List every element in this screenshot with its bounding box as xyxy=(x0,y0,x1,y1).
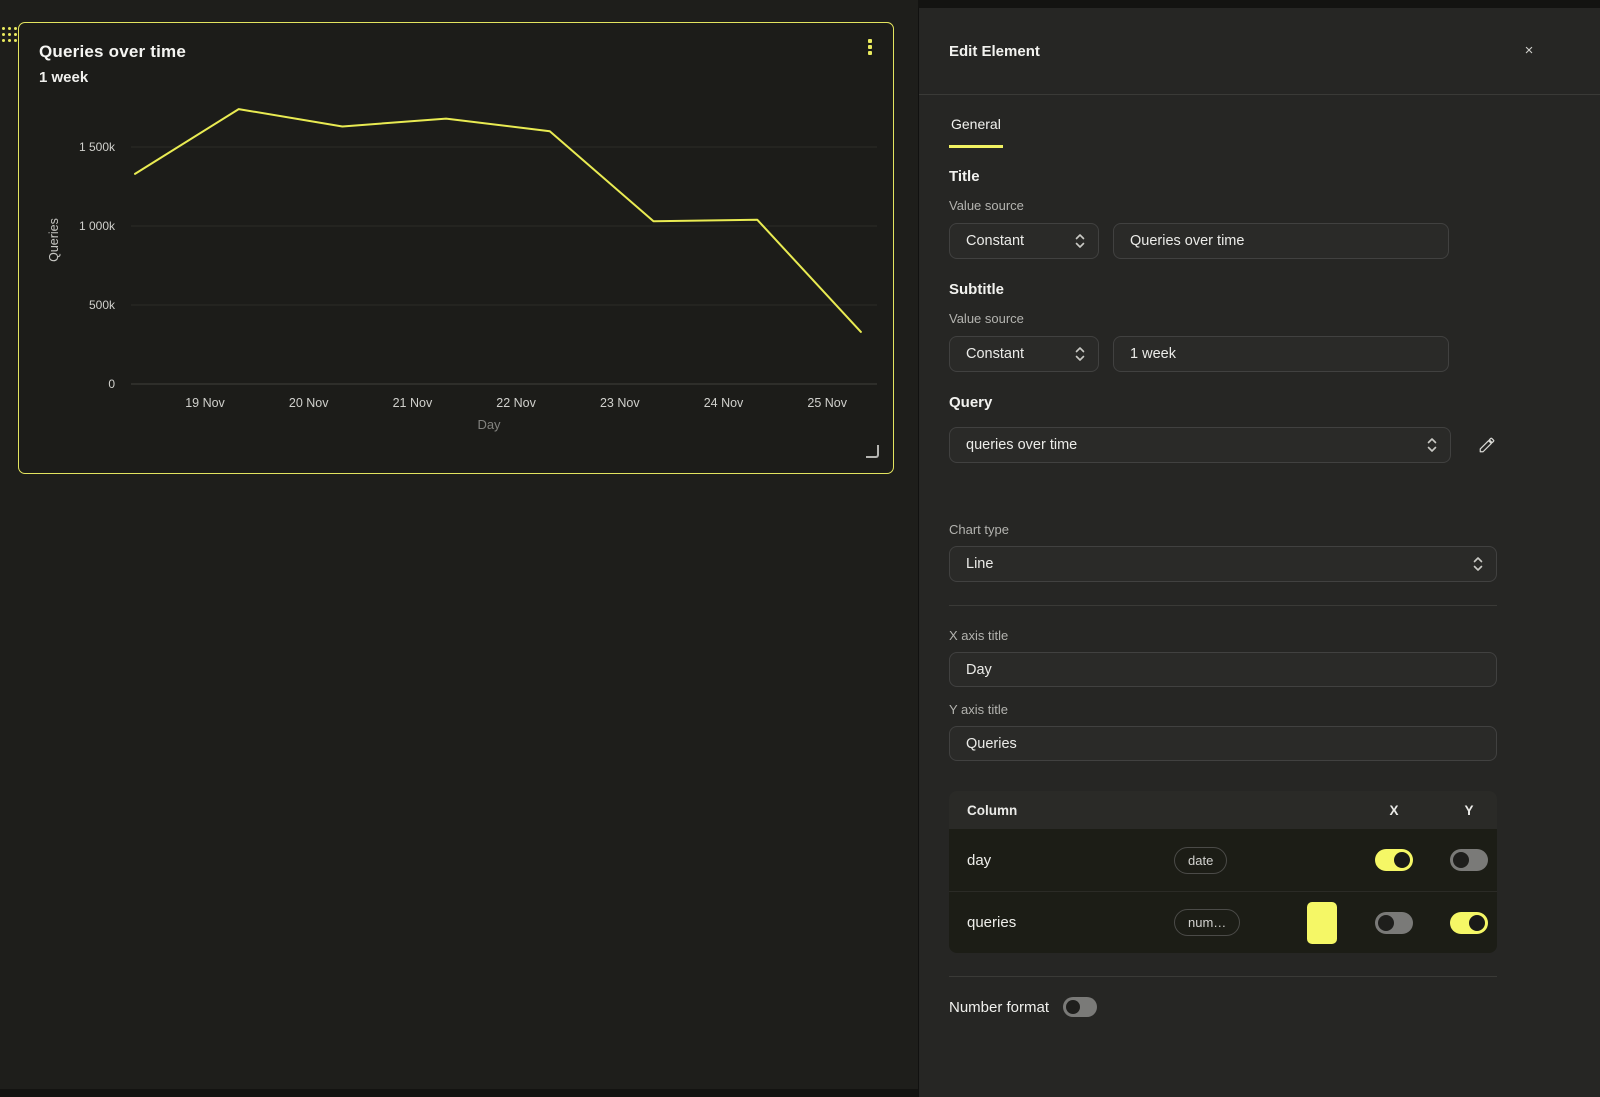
table-row-queries: queries num… xyxy=(949,891,1497,953)
svg-text:0: 0 xyxy=(108,377,115,391)
chart-type-select[interactable]: Line xyxy=(949,546,1497,582)
type-badge: num… xyxy=(1174,909,1240,936)
close-icon[interactable]: × xyxy=(1518,40,1540,62)
query-section-heading: Query xyxy=(949,394,1527,411)
number-format-toggle[interactable] xyxy=(1063,997,1097,1017)
y-axis-title-label: Y axis title xyxy=(949,702,1527,717)
subtitle-section-heading: Subtitle xyxy=(949,281,1527,298)
svg-text:1 000k: 1 000k xyxy=(79,219,116,233)
queries-x-toggle[interactable] xyxy=(1375,912,1413,934)
svg-text:23 Nov: 23 Nov xyxy=(600,396,640,410)
svg-text:Day: Day xyxy=(477,417,501,432)
x-axis-title-input[interactable] xyxy=(949,652,1497,687)
chart-type-label: Chart type xyxy=(949,522,1527,537)
svg-text:25 Nov: 25 Nov xyxy=(807,396,847,410)
line-chart: 1 500k 1 000k 500k 0 19 Nov 20 Nov 21 Nov 22 No… xyxy=(19,23,895,475)
chevron-updown-icon xyxy=(1426,437,1438,453)
column-name: day xyxy=(967,852,991,869)
columns-table-header: Column X Y xyxy=(949,791,1497,829)
y-axis-title-input[interactable] xyxy=(949,726,1497,761)
columns-table: Column X Y day date queries num… xyxy=(949,791,1497,953)
column-header-label: Column xyxy=(967,803,1017,818)
svg-text:20 Nov: 20 Nov xyxy=(289,396,329,410)
svg-text:Queries: Queries xyxy=(47,218,61,262)
chevron-updown-icon xyxy=(1472,556,1484,572)
title-source-select[interactable]: Constant xyxy=(949,223,1099,259)
panel-title: Edit Element xyxy=(949,43,1040,60)
title-value-input[interactable] xyxy=(1113,223,1449,259)
panel-header: Edit Element × xyxy=(919,8,1600,95)
chevron-updown-icon xyxy=(1074,233,1086,249)
chevron-updown-icon xyxy=(1074,346,1086,362)
subtitle-value-source-label: Value source xyxy=(949,311,1527,326)
kebab-menu-icon[interactable] xyxy=(861,35,879,59)
column-name: queries xyxy=(967,914,1016,931)
type-badge: date xyxy=(1174,847,1227,874)
day-x-toggle[interactable] xyxy=(1375,849,1413,871)
chart-subtitle: 1 week xyxy=(39,69,88,86)
subtitle-source-value: Constant xyxy=(966,346,1024,362)
title-section-heading: Title xyxy=(949,168,1527,185)
section-divider xyxy=(949,605,1497,606)
title-source-value: Constant xyxy=(966,233,1024,249)
subtitle-source-select[interactable]: Constant xyxy=(949,336,1099,372)
x-axis-title-label: X axis title xyxy=(949,628,1527,643)
chart-element-card[interactable]: Queries over time 1 week 1 500k 1 000k 500… xyxy=(18,22,894,474)
svg-text:24 Nov: 24 Nov xyxy=(704,396,744,410)
query-select[interactable]: queries over time xyxy=(949,427,1451,463)
panel-content: Title Value source Constant Subtitle Val… xyxy=(919,168,1527,1019)
edit-query-pencil-icon[interactable] xyxy=(1476,434,1498,456)
y-column-header: Y xyxy=(1450,803,1488,818)
svg-text:19 Nov: 19 Nov xyxy=(185,396,225,410)
x-column-header: X xyxy=(1375,803,1413,818)
svg-text:21 Nov: 21 Nov xyxy=(393,396,433,410)
chart-type-value: Line xyxy=(966,556,993,572)
resize-handle[interactable] xyxy=(866,445,879,458)
section-divider xyxy=(949,976,1497,977)
subtitle-value-input[interactable] xyxy=(1113,336,1449,372)
title-value-source-label: Value source xyxy=(949,198,1527,213)
chart-title: Queries over time xyxy=(39,42,186,62)
queries-y-toggle[interactable] xyxy=(1450,912,1488,934)
tab-general[interactable]: General xyxy=(949,116,1003,148)
series-color-swatch[interactable] xyxy=(1307,902,1337,944)
edit-element-panel: Edit Element × General Title Value sourc… xyxy=(918,8,1600,1097)
tab-bar: General xyxy=(919,116,1600,148)
query-select-value: queries over time xyxy=(966,437,1077,453)
svg-text:1 500k: 1 500k xyxy=(79,140,116,154)
svg-text:22 Nov: 22 Nov xyxy=(496,396,536,410)
drag-handle-icon[interactable] xyxy=(2,27,18,43)
svg-text:500k: 500k xyxy=(89,298,116,312)
day-y-toggle[interactable] xyxy=(1450,849,1488,871)
table-row-day: day date xyxy=(949,829,1497,891)
number-format-label: Number format xyxy=(949,999,1049,1016)
dashboard-canvas: Queries over time 1 week 1 500k 1 000k 500… xyxy=(0,0,918,1089)
